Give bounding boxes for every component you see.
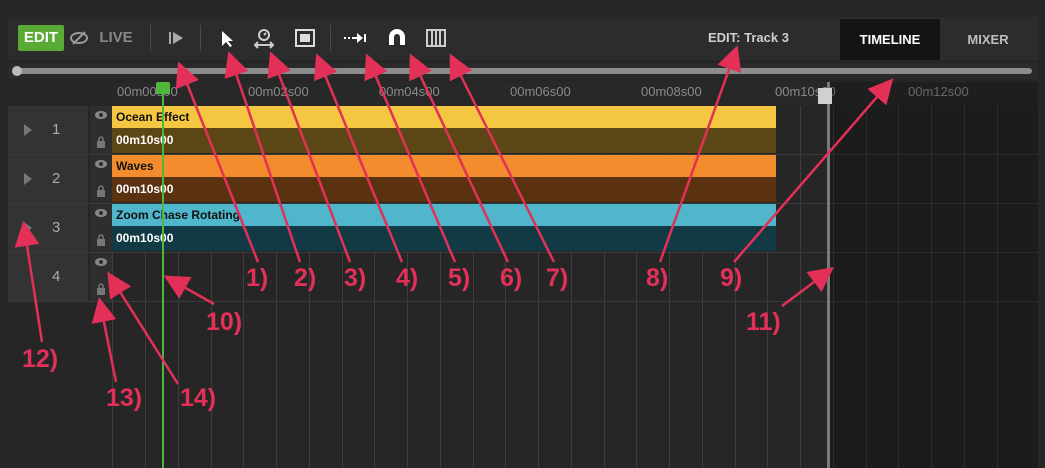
annotation-label: 3) — [344, 264, 367, 292]
annotation-arrows — [14, 45, 894, 385]
timeline-app: EDIT LIVE EDIT: Track 3 TIMELINE MIXER 0… — [0, 0, 1045, 468]
annotation-label: 4) — [396, 264, 419, 292]
annotation-label: 14) — [180, 384, 217, 412]
annotation-label: 10) — [206, 308, 243, 336]
annotation-label: 2) — [294, 264, 317, 292]
annotation-label: 5) — [448, 264, 471, 292]
annotation-label: 11) — [746, 308, 781, 336]
annotation-label: 9) — [720, 264, 743, 292]
annotation-label: 12) — [22, 345, 59, 373]
annotation-label: 8) — [646, 264, 669, 292]
annotation-label: 1) — [246, 264, 269, 292]
annotation-label: 6) — [500, 264, 523, 292]
annotation-label: 13) — [106, 384, 143, 412]
annotation-label: 7) — [546, 264, 569, 292]
